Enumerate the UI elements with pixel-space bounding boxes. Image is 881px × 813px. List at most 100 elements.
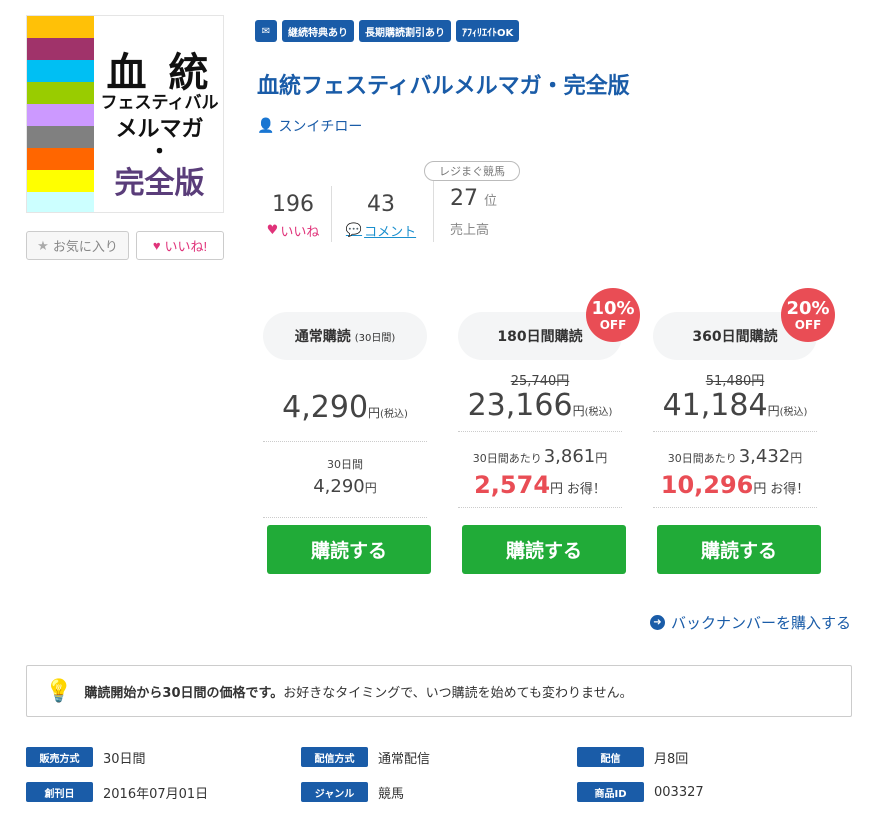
comments-count: 43 <box>367 192 395 217</box>
per-value: 4,290 <box>313 476 365 497</box>
info-value: 競馬 <box>378 786 405 802</box>
info-delivery-method: 配信方式 通常配信 <box>301 747 430 767</box>
info-genre: ジャンル 競馬 <box>301 782 404 802</box>
rank-value: 27 位 <box>450 186 497 211</box>
rank-number: 27 <box>450 186 478 211</box>
price-tax: (税込) <box>380 409 408 420</box>
backnumber-label: バックナンバーを購入する <box>670 614 851 632</box>
backnumber-link[interactable]: ➜ バックナンバーを購入する <box>649 612 851 633</box>
author-name: スンイチロー <box>278 119 363 135</box>
plan-period-note: (30日間) <box>354 332 396 344</box>
divider <box>653 507 817 508</box>
info-product-id: 商品ID 003327 <box>577 782 704 802</box>
cover-stripe <box>27 16 94 38</box>
saving-value: 2,574 <box>474 471 551 499</box>
info-delivery-frequency: 配信 月8回 <box>577 747 688 767</box>
info-value: 月8回 <box>654 751 689 767</box>
notice-text: お好きなタイミングで、いつ購読を始めても変わりません。 <box>283 685 633 701</box>
price-tax: (税込) <box>779 407 808 418</box>
per-label: 30日間あたり <box>667 452 737 465</box>
per-value: 3,861 <box>543 446 596 467</box>
saving-unit: 円 <box>550 482 564 497</box>
original-price: 25,740円 <box>510 374 570 389</box>
divider <box>263 517 427 518</box>
saving-amount: 2,574円 お得！ <box>458 471 622 499</box>
info-label: 商品ID <box>577 782 644 802</box>
cover-stripe <box>27 170 94 192</box>
info-label: 配信 <box>577 747 644 767</box>
per-unit: 円 <box>364 481 377 495</box>
comments-stat[interactable]: 43 💬 コメント <box>343 192 419 240</box>
product-cover-image: 血 統 フェスティバル メルマガ ・ 完全版 <box>26 15 224 213</box>
plan-monthly: 通常購読 (30日間) 4,290円(税込) 30日間 4,290円 購読する <box>263 296 431 574</box>
arrow-right-circle-icon: ➜ <box>649 615 665 630</box>
price-value: 23,166 <box>467 388 573 423</box>
price-tax: (税込) <box>584 407 613 418</box>
cover-stripe <box>27 104 94 126</box>
discount-percent: 20% <box>786 297 830 319</box>
rank-category-tag: レジまぐ競馬 <box>424 161 520 181</box>
plan-price: 41,184円(税込) <box>653 388 817 423</box>
divider <box>458 431 622 432</box>
subscribe-button-360-days[interactable]: 購読する <box>657 525 821 574</box>
discount-badge: 20% OFF <box>781 288 835 342</box>
heart-icon: ♥ <box>266 223 279 238</box>
page-title: 血統フェスティバルメルマガ・完全版 <box>257 74 630 99</box>
like-label: いいね! <box>164 239 208 254</box>
cover-title: 血 統 フェスティバル メルマガ ・ 完全版 <box>94 16 223 212</box>
plan-price: 23,166円(税込) <box>458 388 622 423</box>
rank-stat: 27 位 売上高 <box>450 186 497 238</box>
saving-unit: 円 <box>753 482 767 497</box>
per-period-price: 30日間あたり 3,432円 <box>653 446 817 467</box>
per-label: 30日間あたり <box>472 452 542 465</box>
discount-badge: 10% OFF <box>586 288 640 342</box>
subscribe-button-monthly[interactable]: 購読する <box>267 525 431 574</box>
price-yen: 円 <box>767 404 780 418</box>
favorite-label: お気に入り <box>52 239 118 254</box>
info-value: 2016年07月01日 <box>103 786 209 802</box>
info-launch-date: 創刊日 2016年07月01日 <box>26 782 208 802</box>
saving-amount: 10,296円 お得！ <box>653 471 817 499</box>
like-button[interactable]: ♥ いいね! <box>136 231 224 260</box>
notice-bold: 購読開始から30日間の価格です。 <box>84 685 284 701</box>
subscribe-button-180-days[interactable]: 購読する <box>462 525 626 574</box>
info-label: 配信方式 <box>301 747 368 767</box>
info-label: 創刊日 <box>26 782 93 802</box>
cover-stripe <box>27 148 94 170</box>
stat-divider <box>331 186 332 242</box>
cover-stripe <box>27 192 94 212</box>
plan-name-text: 通常購読 <box>294 329 351 345</box>
favorite-button[interactable]: ★ お気に入り <box>26 231 129 260</box>
info-label: ジャンル <box>301 782 368 802</box>
saving-suffix: お得！ <box>566 482 606 497</box>
author-link[interactable]: 👤 スンイチロー <box>257 116 362 136</box>
lightbulb-icon: 💡 <box>45 678 73 704</box>
price-yen: 円 <box>368 406 381 420</box>
discount-off: OFF <box>599 317 627 332</box>
info-label: 販売方式 <box>26 747 93 767</box>
per-value: 3,432 <box>738 446 791 467</box>
badge-affiliate: ｱﾌｨﾘｴｲﾄOK <box>456 20 520 42</box>
user-icon: 👤 <box>257 118 275 134</box>
likes-label-text: いいね <box>280 225 320 240</box>
per-period-price: 4,290円 <box>263 476 427 497</box>
mail-icon: ✉ <box>255 20 277 42</box>
heart-icon: ♥ <box>152 238 161 253</box>
stat-divider <box>433 180 434 242</box>
star-icon: ★ <box>37 237 49 253</box>
info-sales-method: 販売方式 30日間 <box>26 747 146 767</box>
likes-label: ♥ いいね <box>255 221 331 240</box>
plan-name: 通常購読 (30日間) <box>263 312 427 360</box>
info-value: 通常配信 <box>378 751 431 767</box>
comments-link[interactable]: 💬 コメント <box>343 221 419 240</box>
likes-stat: 196 ♥ いいね <box>255 192 331 240</box>
divider <box>653 431 817 432</box>
divider <box>458 507 622 508</box>
per-period-label: 30日間 <box>327 458 363 471</box>
discount-off: OFF <box>794 317 822 332</box>
original-price: 51,480円 <box>705 374 765 389</box>
cover-stripe <box>27 82 94 104</box>
plan-price: 4,290円(税込) <box>263 390 427 425</box>
saving-value: 10,296 <box>660 471 754 499</box>
rank-label: 売上高 <box>450 223 490 238</box>
